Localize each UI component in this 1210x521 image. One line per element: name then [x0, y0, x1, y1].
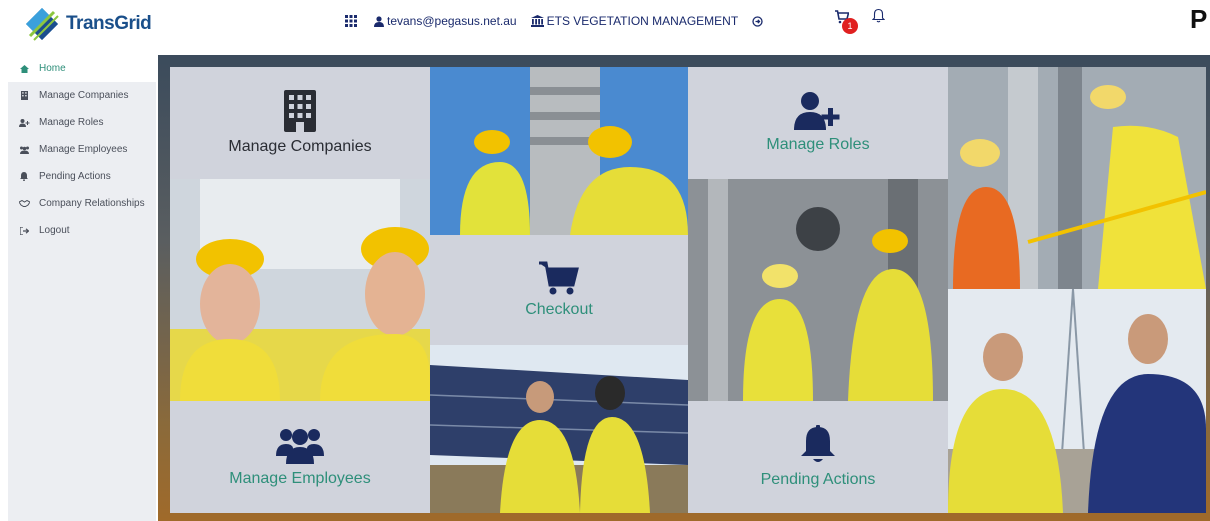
sidebar-item-label: Pending Actions	[39, 171, 111, 182]
transgrid-logo-icon	[26, 8, 59, 41]
photo-image	[688, 179, 948, 401]
tile-label: Manage Roles	[766, 136, 870, 153]
sidebar: Home Manage Companies Manage Roles Manag…	[8, 55, 156, 521]
bank-icon	[530, 15, 544, 27]
sidebar-item-home[interactable]: Home	[8, 55, 156, 82]
bell-icon	[801, 425, 835, 462]
home-icon	[19, 64, 29, 73]
tile-manage-roles[interactable]: Manage Roles	[688, 67, 948, 179]
sidebar-item-pending-actions[interactable]: Pending Actions	[8, 163, 156, 190]
profile-initial[interactable]: P	[1190, 4, 1207, 35]
photo-image	[948, 67, 1206, 289]
tile-label: Manage Companies	[228, 138, 372, 155]
user-plus-icon	[794, 92, 840, 130]
photo-solar-farm	[430, 345, 688, 513]
sidebar-item-logout[interactable]: Logout	[8, 217, 156, 244]
user-plus-icon	[18, 118, 29, 127]
sign-out-icon	[19, 226, 29, 235]
user-email: tevans@pegasus.net.au	[387, 14, 517, 28]
bell-outline-icon	[871, 8, 886, 23]
top-bar: TransGrid tevans@pegasus.net.au ETS VEGE…	[0, 0, 1210, 52]
brand-logo[interactable]: TransGrid	[24, 6, 152, 42]
cart-icon	[539, 261, 579, 295]
sidebar-item-manage-companies[interactable]: Manage Companies	[8, 82, 156, 109]
users-icon	[276, 429, 324, 464]
apps-menu-button[interactable]	[345, 15, 360, 27]
tile-label: Pending Actions	[760, 471, 876, 488]
user-icon	[374, 15, 384, 27]
top-nav: tevans@pegasus.net.au ETS VEGETATION MAN…	[345, 14, 780, 28]
tile-label: Manage Employees	[229, 470, 371, 487]
users-icon	[19, 146, 29, 154]
grid-icon	[345, 15, 357, 27]
tile-checkout[interactable]: Checkout	[430, 235, 688, 345]
sidebar-item-company-relationships[interactable]: Company Relationships	[8, 190, 156, 217]
user-account-link[interactable]: tevans@pegasus.net.au	[374, 14, 517, 28]
sidebar-item-label: Manage Roles	[39, 117, 104, 128]
circle-arrow-icon	[752, 15, 763, 27]
sidebar-item-label: Manage Companies	[39, 90, 129, 101]
company-selector[interactable]: ETS VEGETATION MANAGEMENT	[530, 14, 739, 28]
sidebar-item-label: Company Relationships	[39, 198, 145, 209]
photo-high-voltage-inspection	[948, 67, 1206, 289]
tile-manage-companies[interactable]: Manage Companies	[170, 67, 430, 179]
sidebar-item-manage-roles[interactable]: Manage Roles	[8, 109, 156, 136]
bell-icon	[20, 172, 28, 181]
photo-workers-smiling	[170, 179, 430, 401]
photo-image	[170, 179, 430, 401]
company-switch-button[interactable]	[752, 15, 766, 27]
building-icon	[20, 91, 28, 100]
photo-image	[948, 289, 1206, 513]
photo-workers-transmission-tower	[948, 289, 1206, 513]
sidebar-item-manage-employees[interactable]: Manage Employees	[8, 136, 156, 163]
notifications-button[interactable]	[871, 8, 886, 28]
photo-substation-workers	[688, 179, 948, 401]
photo-insulator-workers	[430, 67, 688, 235]
tile-label: Checkout	[525, 301, 593, 318]
tile-pending-actions[interactable]: Pending Actions	[688, 401, 948, 513]
brand-name: TransGrid	[66, 13, 152, 34]
photo-image	[430, 67, 688, 235]
tile-manage-employees[interactable]: Manage Employees	[170, 401, 430, 513]
sidebar-item-label: Manage Employees	[39, 144, 128, 155]
handshake-icon	[18, 200, 30, 207]
photo-image	[430, 345, 688, 513]
sidebar-item-label: Logout	[39, 225, 70, 236]
sidebar-item-label: Home	[39, 63, 66, 74]
cart-count-badge: 1	[842, 18, 858, 34]
dashboard-panel: Manage Companies Manage Employees Checko…	[158, 55, 1210, 521]
company-name: ETS VEGETATION MANAGEMENT	[546, 14, 739, 28]
building-icon	[284, 90, 316, 132]
